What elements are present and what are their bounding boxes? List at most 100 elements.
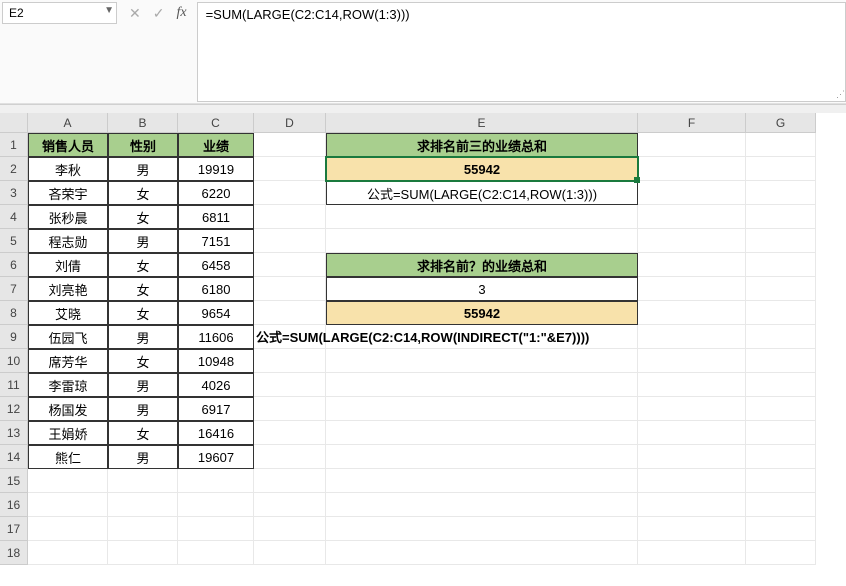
cell-E1[interactable]: 求排名前三的业绩总和 xyxy=(326,133,638,157)
row-header-10[interactable]: 10 xyxy=(0,349,28,373)
cell-E13[interactable] xyxy=(326,421,638,445)
cell-D15[interactable] xyxy=(254,469,326,493)
cell-G17[interactable] xyxy=(746,517,816,541)
cell-G13[interactable] xyxy=(746,421,816,445)
row-header-1[interactable]: 1 xyxy=(0,133,28,157)
cell-B8[interactable]: 女 xyxy=(108,301,178,325)
cell-B14[interactable]: 男 xyxy=(108,445,178,469)
cell-C14[interactable]: 19607 xyxy=(178,445,254,469)
cell-D4[interactable] xyxy=(254,205,326,229)
cell-D8[interactable] xyxy=(254,301,326,325)
cell-E18[interactable] xyxy=(326,541,638,565)
cell-F1[interactable] xyxy=(638,133,746,157)
row-header-17[interactable]: 17 xyxy=(0,517,28,541)
cell-G1[interactable] xyxy=(746,133,816,157)
cell-D13[interactable] xyxy=(254,421,326,445)
cell-F8[interactable] xyxy=(638,301,746,325)
cell-B16[interactable] xyxy=(108,493,178,517)
row-header-16[interactable]: 16 xyxy=(0,493,28,517)
cell-E17[interactable] xyxy=(326,517,638,541)
cell-E6[interactable]: 求排名前？的业绩总和 xyxy=(326,253,638,277)
cell-D18[interactable] xyxy=(254,541,326,565)
cell-A2[interactable]: 李秋 xyxy=(28,157,108,181)
cell-G2[interactable] xyxy=(746,157,816,181)
cell-C8[interactable]: 9654 xyxy=(178,301,254,325)
cell-A3[interactable]: 吝荣宇 xyxy=(28,181,108,205)
cell-G18[interactable] xyxy=(746,541,816,565)
cell-G3[interactable] xyxy=(746,181,816,205)
cell-E2[interactable]: 55942 xyxy=(326,157,638,181)
cell-A15[interactable] xyxy=(28,469,108,493)
cell-F18[interactable] xyxy=(638,541,746,565)
cell-G4[interactable] xyxy=(746,205,816,229)
cell-A10[interactable]: 席芳华 xyxy=(28,349,108,373)
col-header-E[interactable]: E xyxy=(326,113,638,133)
cell-B15[interactable] xyxy=(108,469,178,493)
cell-D1[interactable] xyxy=(254,133,326,157)
cell-E4[interactable] xyxy=(326,205,638,229)
cell-C4[interactable]: 6811 xyxy=(178,205,254,229)
cell-F15[interactable] xyxy=(638,469,746,493)
cell-C13[interactable]: 16416 xyxy=(178,421,254,445)
cell-C16[interactable] xyxy=(178,493,254,517)
cell-G15[interactable] xyxy=(746,469,816,493)
cell-G7[interactable] xyxy=(746,277,816,301)
name-box[interactable]: E2 ▼ xyxy=(2,2,117,24)
row-header-13[interactable]: 13 xyxy=(0,421,28,445)
cell-G12[interactable] xyxy=(746,397,816,421)
cell-F14[interactable] xyxy=(638,445,746,469)
cell-F17[interactable] xyxy=(638,517,746,541)
cell-A5[interactable]: 程志勋 xyxy=(28,229,108,253)
cell-B6[interactable]: 女 xyxy=(108,253,178,277)
cell-C10[interactable]: 10948 xyxy=(178,349,254,373)
cell-B3[interactable]: 女 xyxy=(108,181,178,205)
col-header-D[interactable]: D xyxy=(254,113,326,133)
cell-A12[interactable]: 杨国发 xyxy=(28,397,108,421)
cell-F6[interactable] xyxy=(638,253,746,277)
cell-C3[interactable]: 6220 xyxy=(178,181,254,205)
cell-F12[interactable] xyxy=(638,397,746,421)
cell-B2[interactable]: 男 xyxy=(108,157,178,181)
cell-G10[interactable] xyxy=(746,349,816,373)
cell-D5[interactable] xyxy=(254,229,326,253)
cancel-icon[interactable]: ✕ xyxy=(129,5,141,22)
col-header-F[interactable]: F xyxy=(638,113,746,133)
cell-C9[interactable]: 11606 xyxy=(178,325,254,349)
cell-F10[interactable] xyxy=(638,349,746,373)
cell-C11[interactable]: 4026 xyxy=(178,373,254,397)
cell-E11[interactable] xyxy=(326,373,638,397)
cell-B9[interactable]: 男 xyxy=(108,325,178,349)
cell-B18[interactable] xyxy=(108,541,178,565)
cell-E3[interactable]: 公式=SUM(LARGE(C2:C14,ROW(1:3))) xyxy=(326,181,638,205)
cell-D3[interactable] xyxy=(254,181,326,205)
cell-F5[interactable] xyxy=(638,229,746,253)
cell-A11[interactable]: 李雷琼 xyxy=(28,373,108,397)
cell-G9[interactable] xyxy=(746,325,816,349)
col-header-C[interactable]: C xyxy=(178,113,254,133)
cell-E10[interactable] xyxy=(326,349,638,373)
cell-E15[interactable] xyxy=(326,469,638,493)
row-header-18[interactable]: 18 xyxy=(0,541,28,565)
cell-E5[interactable] xyxy=(326,229,638,253)
cell-G11[interactable] xyxy=(746,373,816,397)
row-header-12[interactable]: 12 xyxy=(0,397,28,421)
cell-A17[interactable] xyxy=(28,517,108,541)
row-header-15[interactable]: 15 xyxy=(0,469,28,493)
cell-A13[interactable]: 王娟娇 xyxy=(28,421,108,445)
cell-A14[interactable]: 熊仁 xyxy=(28,445,108,469)
cell-F7[interactable] xyxy=(638,277,746,301)
cell-A18[interactable] xyxy=(28,541,108,565)
cell-B10[interactable]: 女 xyxy=(108,349,178,373)
cell-F2[interactable] xyxy=(638,157,746,181)
row-header-5[interactable]: 5 xyxy=(0,229,28,253)
row-header-14[interactable]: 14 xyxy=(0,445,28,469)
cell-F16[interactable] xyxy=(638,493,746,517)
formula-input[interactable]: =SUM(LARGE(C2:C14,ROW(1:3))) ⋰ xyxy=(197,2,846,102)
cell-B11[interactable]: 男 xyxy=(108,373,178,397)
cell-B1[interactable]: 性别 xyxy=(108,133,178,157)
row-header-11[interactable]: 11 xyxy=(0,373,28,397)
cell-D11[interactable] xyxy=(254,373,326,397)
cell-A16[interactable] xyxy=(28,493,108,517)
cell-B4[interactable]: 女 xyxy=(108,205,178,229)
cell-B12[interactable]: 男 xyxy=(108,397,178,421)
